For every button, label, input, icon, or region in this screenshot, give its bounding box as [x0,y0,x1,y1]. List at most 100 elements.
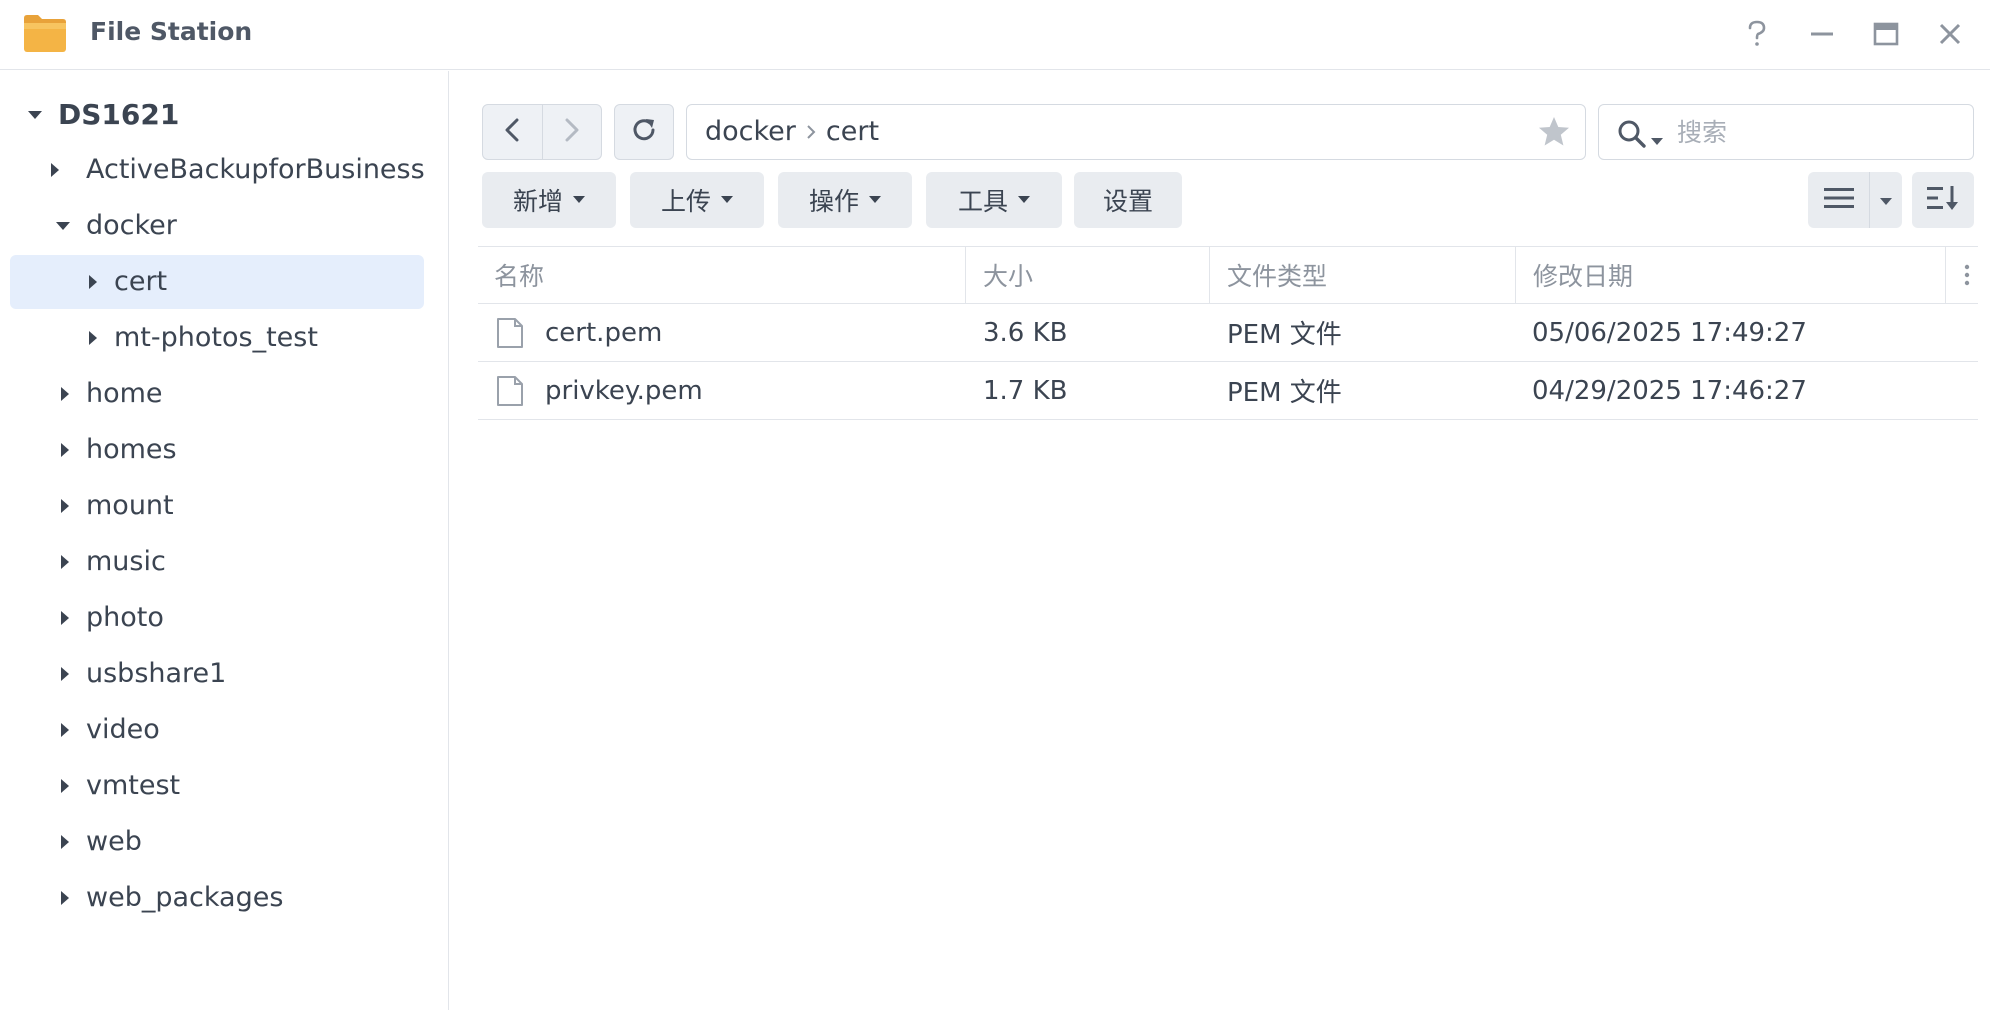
tree-item-mount[interactable]: mount [10,479,424,533]
tree-item-label: mount [86,490,174,521]
column-divider[interactable] [1209,247,1210,303]
tree-item-label: docker [86,210,177,241]
caret-right-icon[interactable] [58,443,72,457]
caret-right-icon[interactable] [58,555,72,569]
close-icon[interactable] [1930,14,1970,54]
new-button[interactable]: 新增 [482,172,616,228]
column-divider[interactable] [1515,247,1516,303]
help-icon[interactable] [1737,14,1777,54]
action-button[interactable]: 操作 [778,172,912,228]
tree-item-label: ActiveBackupforBusiness [86,154,425,185]
tree-item-label: cert [114,266,168,297]
back-button[interactable] [483,105,542,159]
table-row[interactable]: privkey.pem 1.7 KB PEM 文件 04/29/2025 17:… [478,362,1978,420]
tree-item-docker[interactable]: docker [10,199,424,253]
tree-item-label: mt-photos_test [114,322,318,353]
file-size: 3.6 KB [983,317,1068,348]
caret-down-icon[interactable] [1651,131,1663,150]
column-modified-header[interactable]: 修改日期 [1533,247,1633,303]
tree-item-activebackupforbusiness[interactable]: ActiveBackupforBusiness [10,143,425,197]
column-divider[interactable] [965,247,966,303]
caret-right-icon[interactable] [58,611,72,625]
list-view-button[interactable] [1808,172,1870,228]
refresh-icon [630,116,658,148]
caret-right-icon[interactable] [58,387,72,401]
sort-icon [1927,185,1959,215]
refresh-button[interactable] [614,104,674,160]
caret-down-icon [1880,191,1892,210]
caret-right-icon[interactable] [58,835,72,849]
column-name-header[interactable]: 名称 [494,247,544,303]
history-nav [482,104,602,160]
tree-root-ds1621[interactable]: DS1621 [10,88,424,142]
file-type: PEM 文件 [1227,378,1342,408]
tools-button-label: 工具 [957,187,1008,216]
tree-item-cert[interactable]: cert [10,255,424,309]
window-title: File Station [90,17,253,46]
folder-icon [22,12,68,54]
star-icon[interactable] [1537,115,1571,149]
tools-button[interactable]: 工具 [926,172,1062,228]
caret-right-icon[interactable] [86,275,100,289]
view-mode-group [1808,172,1902,228]
tree-item-web[interactable]: web [10,815,424,869]
chevron-right-icon [564,117,580,147]
upload-button[interactable]: 上传 [630,172,764,228]
tree-item-label: music [86,546,166,577]
caret-right-icon[interactable] [58,723,72,737]
title-bar: File Station [0,0,1990,70]
upload-button-label: 上传 [660,187,711,216]
tree-root-label: DS1621 [58,98,180,131]
tree-item-usbshare1[interactable]: usbshare1 [10,647,424,701]
breadcrumb-item-cert[interactable]: cert [826,115,879,149]
search-icon[interactable] [1617,119,1647,149]
caret-right-icon[interactable] [58,779,72,793]
table-row[interactable]: cert.pem 3.6 KB PEM 文件 05/06/2025 17:49:… [478,304,1978,362]
tree-item-mt-photos-test[interactable]: mt-photos_test [10,311,424,365]
maximize-icon[interactable] [1866,14,1906,54]
caret-down-icon[interactable] [56,219,70,233]
chevron-right-icon [806,124,816,140]
caret-right-icon[interactable] [86,331,100,345]
tree-item-video[interactable]: video [10,703,424,757]
file-icon [496,317,524,349]
breadcrumb-item-docker[interactable]: docker [705,115,796,149]
tree-item-label: homes [86,434,177,465]
column-divider[interactable] [1945,247,1946,303]
search-box [1598,104,1974,160]
new-button-label: 新增 [512,187,563,216]
file-size: 1.7 KB [983,375,1068,406]
tree-item-web-packages[interactable]: web_packages [10,871,424,925]
sort-button[interactable] [1912,172,1974,228]
column-options-icon[interactable] [1956,247,1978,303]
forward-button[interactable] [541,105,601,159]
tree-item-homes[interactable]: homes [10,423,424,477]
caret-right-icon[interactable] [58,667,72,681]
settings-button[interactable]: 设置 [1074,172,1182,228]
tree-item-label: web [86,826,142,857]
caret-right-icon[interactable] [58,891,72,905]
column-size-header[interactable]: 大小 [983,247,1033,303]
tree-item-music[interactable]: music [10,535,424,589]
search-input[interactable] [1677,113,1957,151]
folder-tree: DS1621 ActiveBackupforBusiness docker ce… [0,71,449,1010]
table-header: 名称 大小 文件类型 修改日期 [478,246,1978,304]
file-type: PEM 文件 [1227,320,1342,350]
caret-right-icon[interactable] [48,163,62,177]
file-modified: 05/06/2025 17:49:27 [1532,317,1807,348]
view-mode-dropdown[interactable] [1870,172,1902,228]
tree-item-photo[interactable]: photo [10,591,424,645]
tree-item-label: video [86,714,160,745]
list-view-icon [1823,187,1854,213]
tree-item-home[interactable]: home [10,367,424,421]
tree-item-label: vmtest [86,770,181,801]
caret-down-icon [573,196,585,204]
caret-right-icon[interactable] [58,499,72,513]
minimize-icon[interactable] [1802,14,1842,54]
tree-item-vmtest[interactable]: vmtest [10,759,424,813]
file-name: privkey.pem [545,375,703,406]
chevron-left-icon [504,117,520,147]
caret-down-icon[interactable] [28,108,42,122]
column-type-header[interactable]: 文件类型 [1227,247,1327,303]
tree-item-label: web_packages [86,882,284,913]
